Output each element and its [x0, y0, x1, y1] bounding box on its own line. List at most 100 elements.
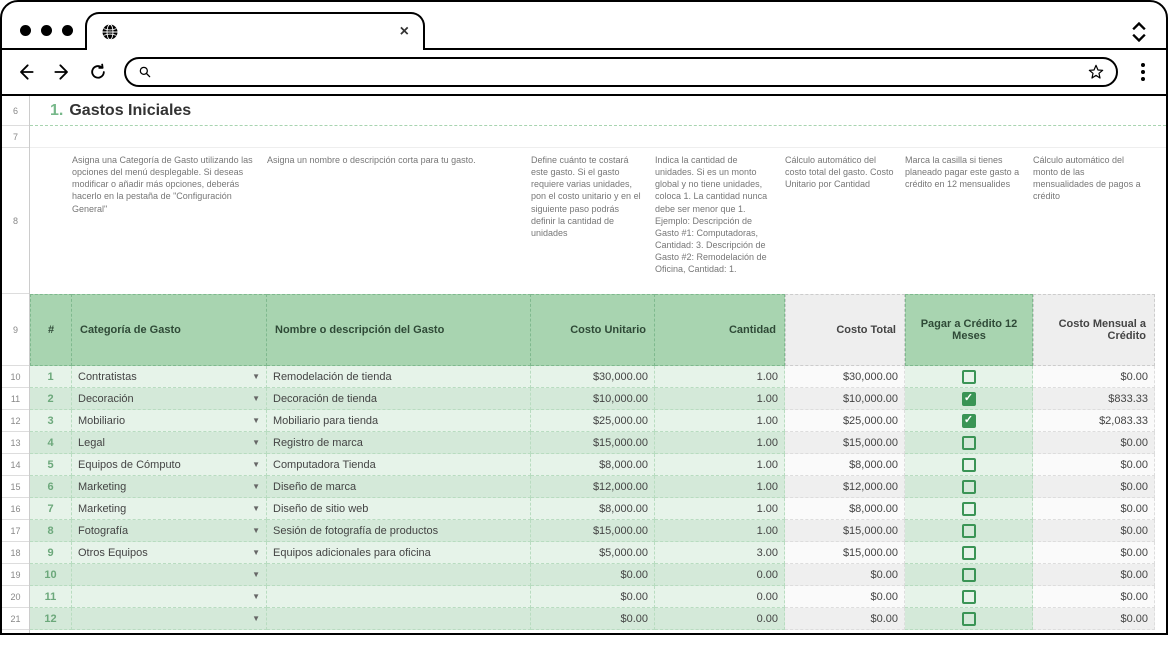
row-number[interactable]: 18: [2, 542, 29, 564]
cell-costo-unitario[interactable]: $5,000.00: [531, 542, 655, 564]
cell-cantidad[interactable]: 1.00: [655, 454, 785, 476]
forward-button[interactable]: [52, 62, 72, 82]
cell-nombre[interactable]: Registro de marca: [267, 432, 531, 454]
cell-costo-unitario[interactable]: $0.00: [531, 608, 655, 630]
cell-cantidad[interactable]: 1.00: [655, 476, 785, 498]
cell-nombre[interactable]: [267, 586, 531, 608]
cell-pagar-credito[interactable]: [905, 454, 1033, 476]
credit-checkbox[interactable]: [962, 480, 976, 494]
cell-index[interactable]: 9: [30, 542, 72, 564]
cell-index[interactable]: 11: [30, 586, 72, 608]
cell-index[interactable]: 4: [30, 432, 72, 454]
credit-checkbox[interactable]: [962, 568, 976, 582]
cell-costo-unitario[interactable]: $10,000.00: [531, 388, 655, 410]
cell-pagar-credito[interactable]: [905, 432, 1033, 454]
url-input[interactable]: [160, 59, 1080, 85]
row-number[interactable]: 8: [2, 148, 29, 294]
row-number[interactable]: 21: [2, 608, 29, 630]
cell-index[interactable]: 3: [30, 410, 72, 432]
cell-cantidad[interactable]: 0.00: [655, 564, 785, 586]
row-number[interactable]: 10: [2, 366, 29, 388]
cell-nombre[interactable]: Sesión de fotografía de productos: [267, 520, 531, 542]
cell-costo-unitario[interactable]: $15,000.00: [531, 520, 655, 542]
browser-tab[interactable]: ×: [85, 12, 425, 50]
cell-categoria[interactable]: Mobiliario▼: [72, 410, 267, 432]
cell-index[interactable]: 5: [30, 454, 72, 476]
dropdown-caret-icon[interactable]: ▼: [252, 416, 260, 425]
credit-checkbox[interactable]: [962, 414, 976, 428]
browser-menu-button[interactable]: [1134, 63, 1152, 81]
cell-categoria[interactable]: ▼: [72, 564, 267, 586]
cell-index[interactable]: 10: [30, 564, 72, 586]
row-number[interactable]: 7: [2, 126, 29, 148]
credit-checkbox[interactable]: [962, 370, 976, 384]
cell-nombre[interactable]: [267, 564, 531, 586]
cell-cantidad[interactable]: 1.00: [655, 410, 785, 432]
dropdown-caret-icon[interactable]: ▼: [252, 482, 260, 491]
credit-checkbox[interactable]: [962, 458, 976, 472]
row-number[interactable]: 11: [2, 388, 29, 410]
credit-checkbox[interactable]: [962, 590, 976, 604]
row-number[interactable]: 16: [2, 498, 29, 520]
cell-cantidad[interactable]: 1.00: [655, 520, 785, 542]
dropdown-caret-icon[interactable]: ▼: [252, 570, 260, 579]
row-number[interactable]: 13: [2, 432, 29, 454]
dropdown-caret-icon[interactable]: ▼: [252, 372, 260, 381]
cell-index[interactable]: 12: [30, 608, 72, 630]
tab-scroll-arrows[interactable]: [1132, 22, 1154, 48]
cell-categoria[interactable]: ▼: [72, 586, 267, 608]
cell-pagar-credito[interactable]: [905, 542, 1033, 564]
cell-index[interactable]: 8: [30, 520, 72, 542]
row-number[interactable]: 15: [2, 476, 29, 498]
close-tab-icon[interactable]: ×: [400, 23, 409, 41]
cell-costo-unitario[interactable]: $30,000.00: [531, 366, 655, 388]
cell-costo-unitario[interactable]: $8,000.00: [531, 498, 655, 520]
credit-checkbox[interactable]: [962, 524, 976, 538]
cell-nombre[interactable]: Mobiliario para tienda: [267, 410, 531, 432]
window-close-dot[interactable]: [20, 25, 31, 36]
cell-pagar-credito[interactable]: [905, 586, 1033, 608]
dropdown-caret-icon[interactable]: ▼: [252, 548, 260, 557]
credit-checkbox[interactable]: [962, 502, 976, 516]
cell-index[interactable]: 1: [30, 366, 72, 388]
cell-costo-unitario[interactable]: $15,000.00: [531, 432, 655, 454]
cell-pagar-credito[interactable]: [905, 410, 1033, 432]
back-button[interactable]: [16, 62, 36, 82]
dropdown-caret-icon[interactable]: ▼: [252, 526, 260, 535]
cell-pagar-credito[interactable]: [905, 520, 1033, 542]
row-number[interactable]: 14: [2, 454, 29, 476]
cell-index[interactable]: 2: [30, 388, 72, 410]
cell-cantidad[interactable]: 0.00: [655, 608, 785, 630]
cell-categoria[interactable]: Decoración▼: [72, 388, 267, 410]
cell-costo-unitario[interactable]: $0.00: [531, 586, 655, 608]
row-number[interactable]: 9: [2, 294, 29, 366]
dropdown-caret-icon[interactable]: ▼: [252, 394, 260, 403]
cell-cantidad[interactable]: 1.00: [655, 388, 785, 410]
address-bar[interactable]: [124, 57, 1118, 87]
credit-checkbox[interactable]: [962, 546, 976, 560]
cell-cantidad[interactable]: 0.00: [655, 586, 785, 608]
row-number[interactable]: 19: [2, 564, 29, 586]
cell-nombre[interactable]: Diseño de marca: [267, 476, 531, 498]
reload-button[interactable]: [88, 62, 108, 82]
cell-nombre[interactable]: Diseño de sitio web: [267, 498, 531, 520]
dropdown-caret-icon[interactable]: ▼: [252, 504, 260, 513]
cell-costo-unitario[interactable]: $12,000.00: [531, 476, 655, 498]
cell-categoria[interactable]: Otros Equipos▼: [72, 542, 267, 564]
credit-checkbox[interactable]: [962, 436, 976, 450]
cell-costo-unitario[interactable]: $25,000.00: [531, 410, 655, 432]
cell-index[interactable]: 7: [30, 498, 72, 520]
cell-nombre[interactable]: Equipos adicionales para oficina: [267, 542, 531, 564]
row-number[interactable]: 17: [2, 520, 29, 542]
cell-nombre[interactable]: [267, 608, 531, 630]
window-max-dot[interactable]: [62, 25, 73, 36]
credit-checkbox[interactable]: [962, 612, 976, 626]
cell-pagar-credito[interactable]: [905, 476, 1033, 498]
cell-costo-unitario[interactable]: $8,000.00: [531, 454, 655, 476]
cell-cantidad[interactable]: 3.00: [655, 542, 785, 564]
credit-checkbox[interactable]: [962, 392, 976, 406]
row-number[interactable]: 6: [2, 96, 29, 126]
cell-cantidad[interactable]: 1.00: [655, 366, 785, 388]
cell-cantidad[interactable]: 1.00: [655, 432, 785, 454]
window-min-dot[interactable]: [41, 25, 52, 36]
